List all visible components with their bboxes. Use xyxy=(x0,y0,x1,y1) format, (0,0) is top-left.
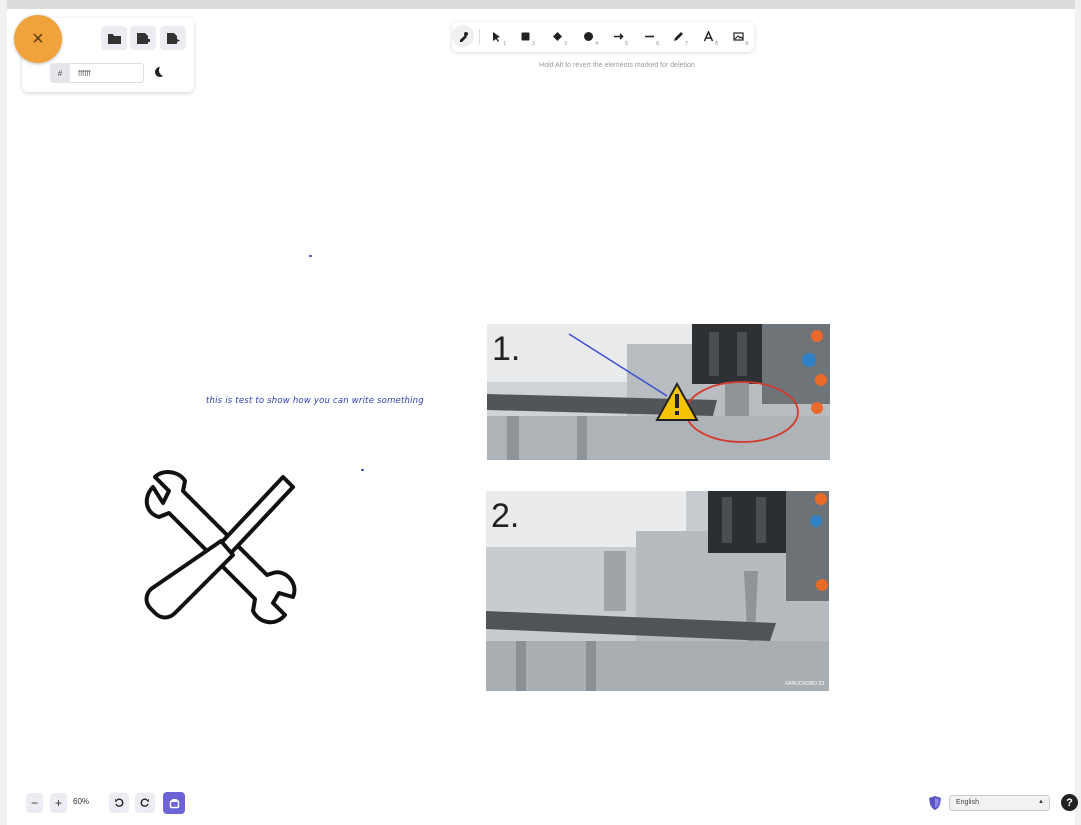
chevron-up-down-icon: ▲ xyxy=(1038,799,1044,805)
language-value: English xyxy=(956,799,979,806)
language-select[interactable]: English ▲ xyxy=(949,795,1050,811)
canvas-dot[interactable] xyxy=(309,255,312,257)
background-color-input[interactable]: ffffff xyxy=(70,63,144,83)
open-button[interactable] xyxy=(101,26,127,50)
pointer-icon xyxy=(492,31,500,42)
lock-icon xyxy=(459,31,468,42)
redo-button[interactable] xyxy=(135,793,155,813)
save-button[interactable] xyxy=(130,26,156,50)
zoom-level[interactable]: 60% xyxy=(73,797,89,806)
square-icon xyxy=(521,32,529,40)
handwritten-text[interactable]: this is test to show how you can write s… xyxy=(206,396,424,406)
shield-icon[interactable] xyxy=(929,796,941,810)
close-button[interactable]: × xyxy=(14,15,62,63)
undo-button[interactable] xyxy=(109,793,129,813)
photo-1-number: 1. xyxy=(492,330,521,368)
window-top-bar xyxy=(0,0,1081,9)
tool-draw[interactable]: 7 xyxy=(667,25,689,47)
tool-lock-button[interactable] xyxy=(452,25,474,47)
machine-photo-1[interactable]: 1. xyxy=(487,324,830,460)
library-button[interactable] xyxy=(163,792,185,814)
library-icon xyxy=(169,798,179,808)
machine-photo-1-image xyxy=(487,324,830,460)
wrench-screwdriver-icon[interactable] xyxy=(135,465,305,635)
tool-image[interactable]: 9 xyxy=(727,25,749,47)
save-icon xyxy=(136,32,150,44)
undo-icon xyxy=(115,798,124,807)
tool-selection[interactable]: 1 xyxy=(485,25,507,47)
machine-photo-2[interactable]: 2. FANUCROBO 23 xyxy=(486,491,829,691)
circle-icon xyxy=(583,31,593,41)
photo-2-number: 2. xyxy=(491,497,520,535)
tool-text[interactable]: 8 xyxy=(697,25,719,47)
machine-photo-2-image xyxy=(486,491,829,691)
zoom-in-button[interactable]: + xyxy=(50,793,67,813)
window-left-edge xyxy=(0,0,7,825)
moon-icon[interactable] xyxy=(150,64,166,80)
tool-rectangle[interactable]: 2 xyxy=(514,25,536,47)
diamond-icon xyxy=(552,31,562,41)
image-icon xyxy=(732,31,744,41)
photo-2-caption: FANUCROBO 23 xyxy=(785,681,824,687)
toolbar-divider xyxy=(479,29,480,45)
export-icon xyxy=(166,32,180,44)
arrow-icon xyxy=(613,32,624,40)
pencil-icon xyxy=(673,31,683,41)
tool-line[interactable]: 6 xyxy=(638,25,660,47)
tool-arrow[interactable]: 5 xyxy=(607,25,629,47)
open-icon xyxy=(107,33,121,44)
export-button[interactable] xyxy=(160,26,186,50)
canvas-dot[interactable] xyxy=(361,469,364,471)
tool-ellipse[interactable]: 4 xyxy=(577,25,599,47)
deletion-hint: Hold Alt to revert the elements marked f… xyxy=(539,62,695,69)
line-icon xyxy=(644,35,654,37)
help-button[interactable]: ? xyxy=(1061,794,1078,811)
window-right-edge xyxy=(1075,0,1081,825)
redo-icon xyxy=(140,798,149,807)
text-icon xyxy=(703,30,713,41)
zoom-out-button[interactable]: − xyxy=(26,793,43,813)
close-icon: × xyxy=(32,28,44,50)
color-hash-label: # xyxy=(50,63,70,83)
tool-diamond[interactable]: 3 xyxy=(546,25,568,47)
